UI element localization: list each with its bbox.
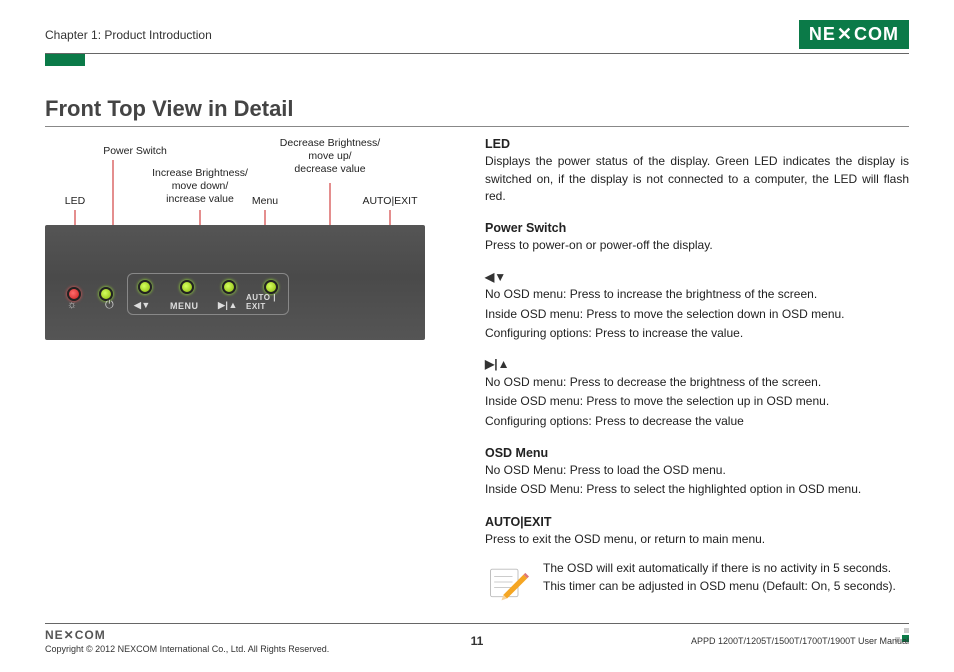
brightness-up-icon	[222, 280, 236, 294]
callout-led: LED	[20, 195, 130, 208]
sun-icon: ☼	[67, 299, 77, 311]
panel-menu-text: MENU	[170, 301, 199, 311]
page-title: Front Top View in Detail	[45, 96, 909, 127]
callout-decrease: Decrease Brightness/ move up/ decrease v…	[275, 137, 385, 176]
text-right-1: No OSD menu: Press to decrease the brigh…	[485, 374, 909, 391]
chapter-label: Chapter 1: Product Introduction	[45, 28, 212, 42]
callout-power-switch: Power Switch	[80, 145, 190, 158]
text-left-3: Configuring options: Press to increase t…	[485, 325, 909, 342]
page-number: 11	[471, 634, 484, 648]
text-left-2: Inside OSD menu: Press to move the selec…	[485, 306, 909, 323]
callout-labels: LED Power Switch Increase Brightness/ mo…	[45, 135, 425, 225]
heading-right-arrow: ▶|▲	[485, 356, 909, 373]
panel-left-arrows: ◀▼	[134, 300, 151, 311]
footer-copyright: Copyright © 2012 NEXCOM International Co…	[45, 644, 329, 654]
heading-autoexit: AUTO|EXIT	[485, 513, 909, 531]
description-column: LED Displays the power status of the dis…	[485, 135, 909, 604]
text-autoexit: Press to exit the OSD menu, or return to…	[485, 531, 909, 548]
accent-bar	[45, 54, 85, 66]
autoexit-button-icon	[264, 280, 278, 294]
osd-button-group: ◀▼ MENU ▶|▲ AUTO | EXIT	[127, 273, 289, 315]
pencil-note-icon	[485, 560, 529, 604]
device-panel-image: ◀▼ MENU ▶|▲ AUTO | EXIT ☼ ⏻	[45, 225, 425, 340]
text-right-2: Inside OSD menu: Press to move the selec…	[485, 393, 909, 410]
page-footer: NE✕COM Copyright © 2012 NEXCOM Internati…	[45, 623, 909, 654]
text-osd-2: Inside OSD Menu: Press to select the hig…	[485, 481, 909, 498]
callout-autoexit: AUTO|EXIT	[335, 195, 445, 208]
heading-left-arrow: ◀▼	[485, 269, 909, 286]
callout-menu: Menu	[210, 195, 320, 208]
text-power: Press to power-on or power-off the displ…	[485, 237, 909, 254]
footer-logo: NE✕COM	[45, 628, 329, 642]
text-right-3: Configuring options: Press to decrease t…	[485, 413, 909, 430]
text-left-1: No OSD menu: Press to increase the brigh…	[485, 286, 909, 303]
note-text: The OSD will exit automatically if there…	[543, 560, 909, 595]
text-led: Displays the power status of the display…	[485, 153, 909, 205]
heading-power: Power Switch	[485, 219, 909, 237]
brightness-down-icon	[138, 280, 152, 294]
page-header: Chapter 1: Product Introduction NE✕COM	[45, 20, 909, 54]
diagram-column: LED Power Switch Increase Brightness/ mo…	[45, 135, 445, 604]
footer-manual: APPD 1200T/1205T/1500T/1700T/1900T User …	[691, 636, 909, 646]
heading-osd: OSD Menu	[485, 444, 909, 462]
menu-button-icon	[180, 280, 194, 294]
note-box: The OSD will exit automatically if there…	[485, 560, 909, 604]
panel-autoexit-text: AUTO | EXIT	[246, 293, 288, 311]
power-icon: ⏻	[105, 299, 114, 312]
panel-right-arrows: ▶|▲	[218, 300, 238, 311]
brand-logo: NE✕COM	[799, 20, 909, 49]
heading-led: LED	[485, 135, 909, 153]
text-osd-1: No OSD Menu: Press to load the OSD menu.	[485, 462, 909, 479]
